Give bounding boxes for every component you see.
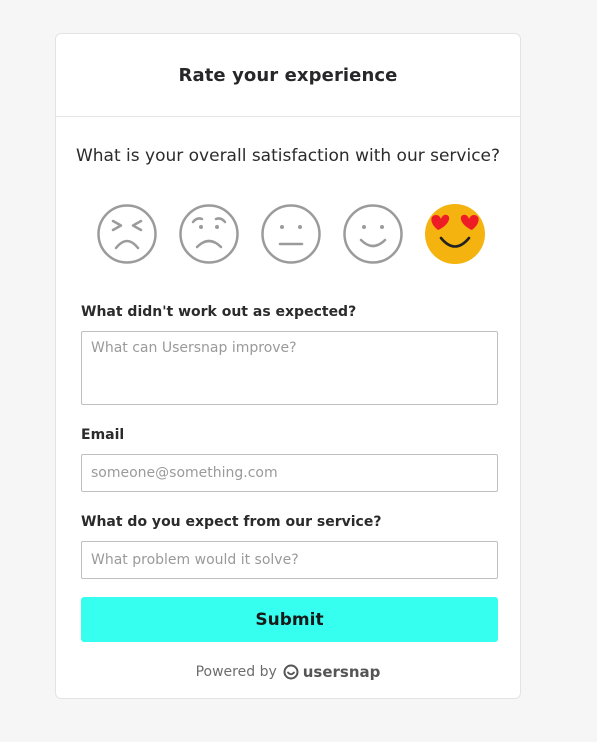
very-dissatisfied-face-icon: [97, 204, 157, 264]
feedback-card: Rate your experience What is your overal…: [55, 33, 521, 699]
expect-field[interactable]: [81, 541, 498, 579]
form-title: Rate your experience: [178, 64, 398, 86]
rating-very-satisfied-button[interactable]: [424, 203, 486, 265]
submit-button[interactable]: Submit: [81, 597, 498, 642]
improve-textarea[interactable]: [81, 331, 498, 405]
heart-eyes-face-icon: [425, 204, 485, 264]
rating-very-dissatisfied-button[interactable]: [96, 203, 158, 265]
rating-neutral-button[interactable]: [260, 203, 322, 265]
rating-satisfied-button[interactable]: [342, 203, 404, 265]
card-header: Rate your experience: [56, 34, 520, 117]
dissatisfied-face-icon: [179, 204, 239, 264]
satisfaction-question: What is your overall satisfaction with o…: [75, 146, 501, 166]
usersnap-brand-link[interactable]: usersnap: [283, 663, 381, 681]
rating-scale: [96, 203, 486, 265]
powered-by-text: Powered by: [195, 664, 277, 680]
email-label: Email: [81, 427, 125, 443]
neutral-face-icon: [261, 204, 321, 264]
satisfied-face-icon: [343, 204, 403, 264]
rating-dissatisfied-button[interactable]: [178, 203, 240, 265]
email-field[interactable]: [81, 454, 498, 492]
improve-label: What didn't work out as expected?: [81, 304, 357, 320]
expect-label: What do you expect from our service?: [81, 514, 382, 530]
usersnap-logo-icon: [283, 664, 299, 680]
powered-by-footer: Powered by usersnap: [56, 663, 520, 681]
brand-name: usersnap: [302, 663, 381, 681]
